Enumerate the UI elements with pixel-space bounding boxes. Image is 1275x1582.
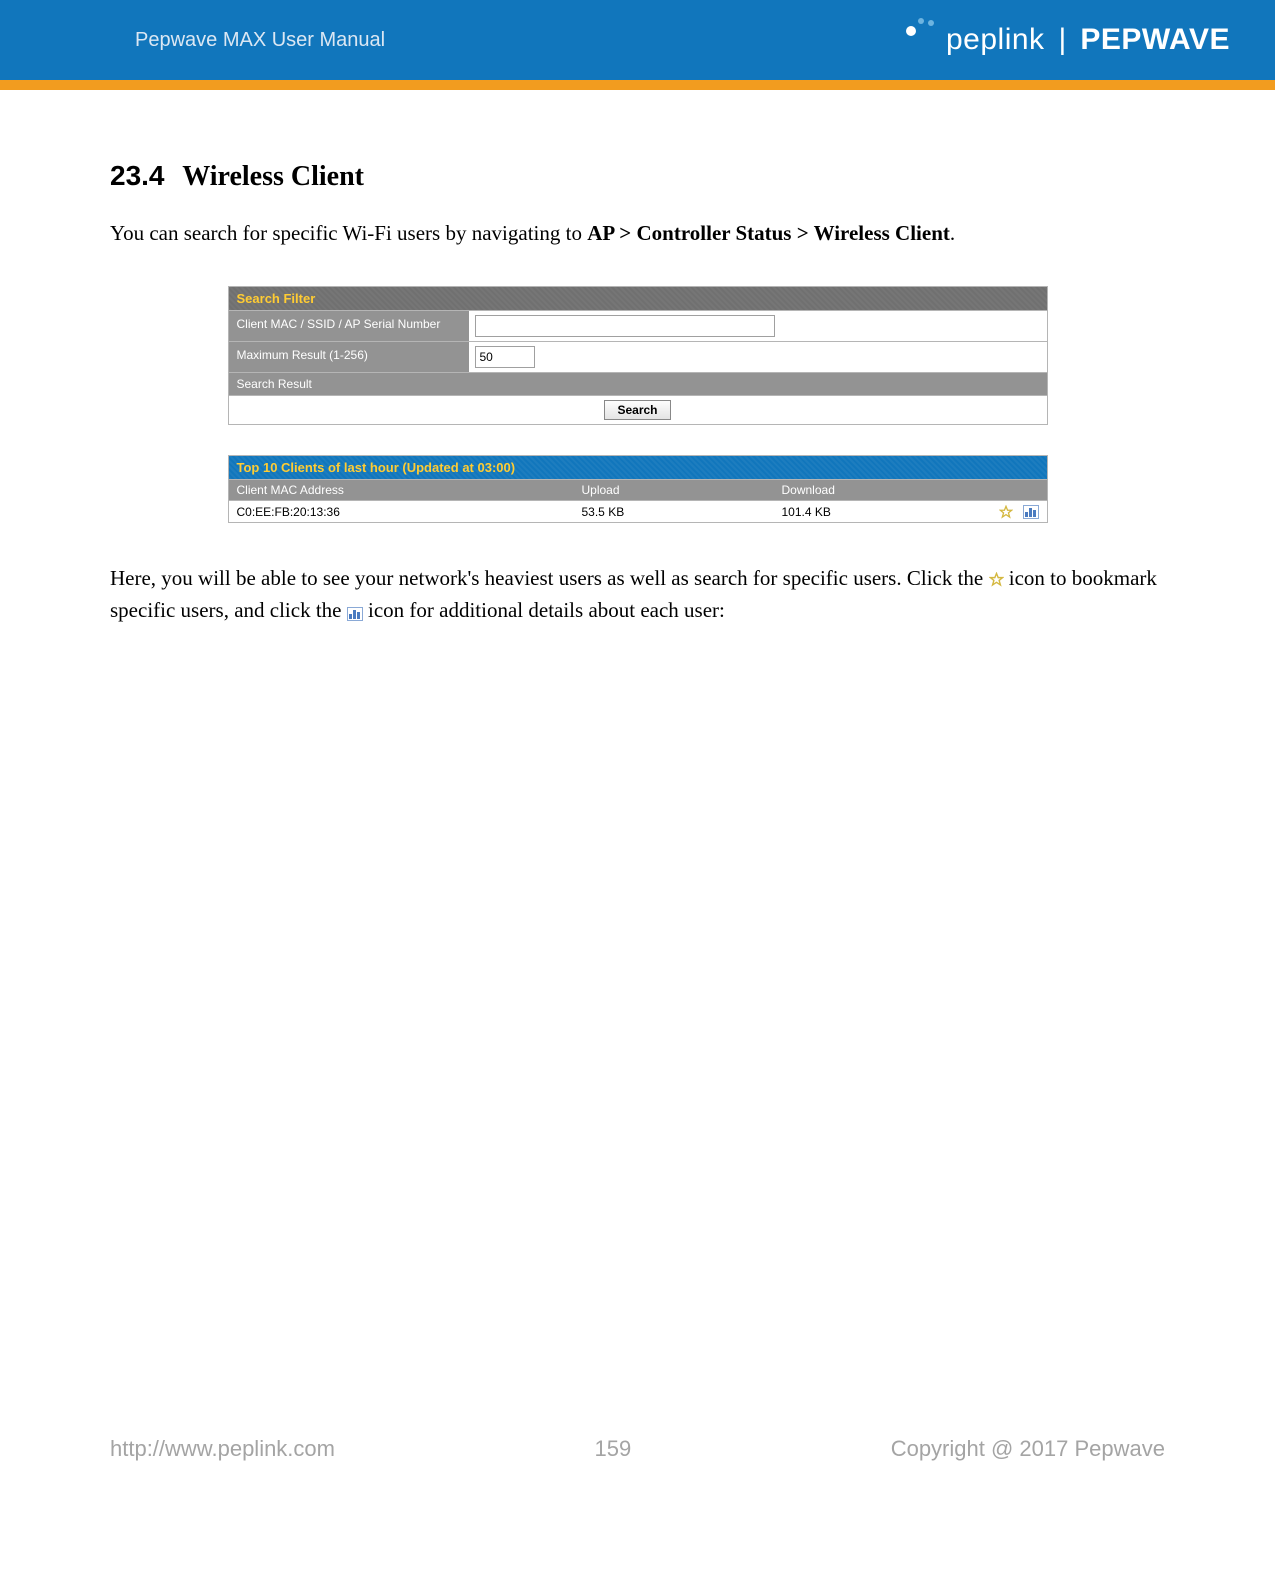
intro-suffix: . [950,221,955,245]
row-label-max: Maximum Result (1-256) [229,342,469,372]
accent-bar [0,80,1275,90]
page-number: 159 [594,1436,631,1462]
cell-download: 101.4 KB [782,505,977,519]
footer-copyright: Copyright @ 2017 Pepwave [891,1436,1165,1462]
intro-paragraph: You can search for specific Wi-Fi users … [110,221,1165,246]
search-result-label: Search Result [229,372,1047,395]
explain-paragraph: Here, you will be able to see your netwo… [110,563,1165,626]
search-filter-row-max: Maximum Result (1-256) [229,341,1047,372]
explain-part1: Here, you will be able to see your netwo… [110,566,989,590]
col-header-upload: Upload [582,483,782,497]
top-clients-panel: Top 10 Clients of last hour (Updated at … [228,455,1048,523]
manual-title: Pepwave MAX User Manual [135,29,385,52]
page-footer: http://www.peplink.com 159 Copyright @ 2… [0,1436,1275,1462]
section-number: 23.4 [110,160,165,191]
chart-icon [347,607,363,621]
star-icon[interactable] [999,505,1013,519]
screenshot-panels: Search Filter Client MAC / SSID / AP Ser… [228,286,1048,523]
search-button[interactable]: Search [604,400,670,420]
doc-header: Pepwave MAX User Manual peplink | PEPWAV… [0,0,1275,80]
top-clients-columns: Client MAC Address Upload Download [229,479,1047,500]
brand-peplink: peplink [946,23,1045,57]
top-clients-title: Top 10 Clients of last hour (Updated at … [229,456,1047,479]
intro-prefix: You can search for specific Wi-Fi users … [110,221,587,245]
cell-upload: 53.5 KB [582,505,782,519]
section-title: Wireless Client [182,161,364,192]
row-label-mac: Client MAC / SSID / AP Serial Number [229,311,469,341]
mac-ssid-input[interactable] [475,315,775,337]
col-header-mac: Client MAC Address [237,483,582,497]
search-button-row: Search [229,395,1047,424]
page-content: 23.4 Wireless Client You can search for … [0,90,1275,626]
section-heading: 23.4 Wireless Client [110,160,1165,193]
col-header-actions [977,483,1039,497]
cell-mac: C0:EE:FB:20:13:36 [237,505,582,519]
brand-pepwave: PEPWAVE [1080,23,1230,57]
search-filter-panel: Search Filter Client MAC / SSID / AP Ser… [228,286,1048,425]
max-result-input[interactable] [475,346,535,368]
footer-url: http://www.peplink.com [110,1436,335,1462]
cell-actions [977,504,1039,519]
table-row: C0:EE:FB:20:13:36 53.5 KB 101.4 KB [229,500,1047,522]
chart-icon[interactable] [1023,505,1039,519]
star-icon [989,565,1004,580]
brand-dots-icon [906,18,942,38]
search-filter-title: Search Filter [229,287,1047,310]
row-field-max [469,342,1047,372]
search-filter-row-mac: Client MAC / SSID / AP Serial Number [229,310,1047,341]
explain-part3: icon for additional details about each u… [368,598,725,622]
col-header-download: Download [782,483,977,497]
brand-separator: | [1053,23,1073,57]
row-field-mac [469,311,1047,341]
nav-path: AP > Controller Status > Wireless Client [587,221,950,245]
brand-logo: peplink | PEPWAVE [906,23,1230,57]
